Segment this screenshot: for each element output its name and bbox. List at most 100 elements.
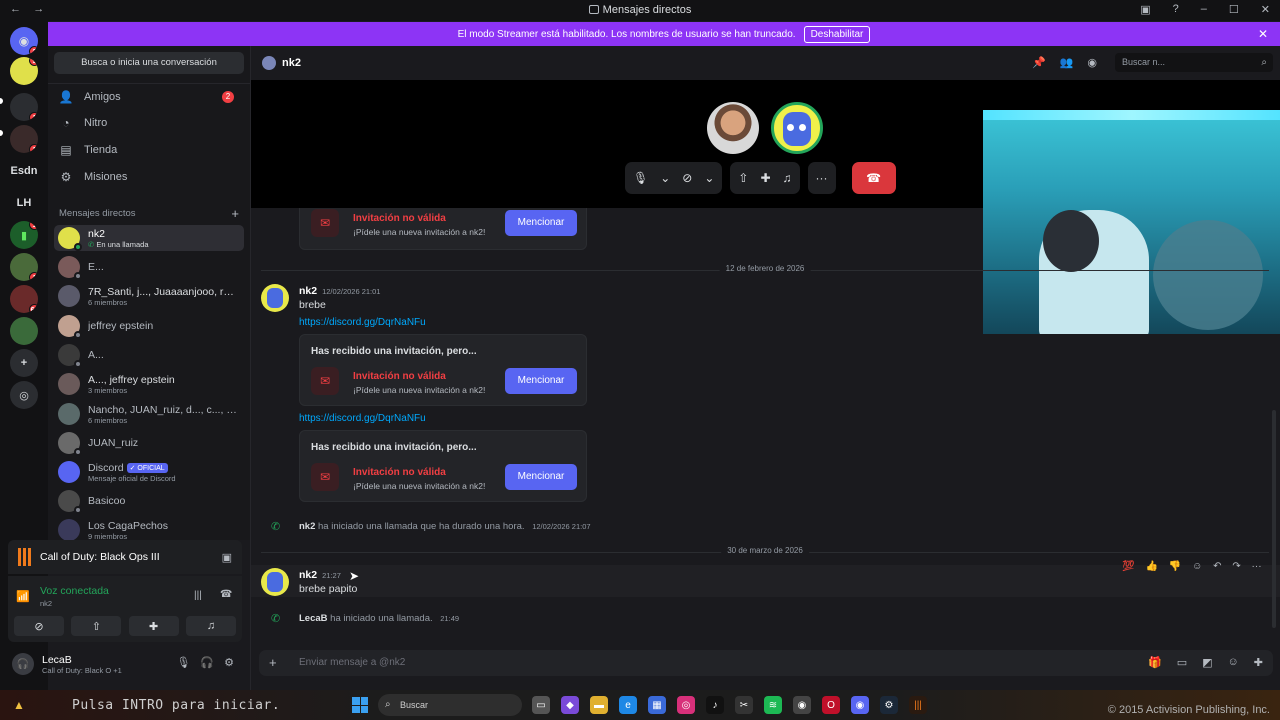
more-options-icon[interactable]: ··· (1252, 561, 1262, 572)
nav-nitro[interactable]: ◔ Nitro (58, 111, 242, 135)
windows-start-icon[interactable] (352, 697, 368, 713)
invite-link[interactable]: https://discord.gg/DqrNaNFu (299, 317, 426, 328)
camera-off-icon[interactable]: ⊘ (682, 171, 692, 185)
message-avatar[interactable] (261, 568, 289, 596)
store-icon[interactable]: ▦ (648, 696, 666, 714)
participant-avatar[interactable] (707, 102, 759, 154)
discover-icon[interactable]: ◎ (10, 381, 38, 409)
dm-item[interactable]: 7R_Santi, j..., Juaaaanjooo, renk... 6 mi… (54, 283, 244, 309)
find-conversation-button[interactable]: Busca o inicia una conversación (54, 52, 244, 74)
headphones-icon[interactable]: 🎧 (200, 656, 214, 669)
forward-icon[interactable]: ↷ (1232, 561, 1240, 572)
message-input[interactable]: + Enviar mensaje a @nk2 🎁 ▭ ◩ ☺ ✚ (259, 650, 1273, 676)
message-avatar[interactable] (261, 284, 289, 312)
gift-icon[interactable]: 🎁 (1148, 656, 1162, 669)
dm-item[interactable]: E... (54, 254, 244, 280)
task-view-icon[interactable]: ▭ (532, 696, 550, 714)
dm-avatar-nk2[interactable]: 9 (10, 57, 38, 85)
apps-icon[interactable]: ✚ (1254, 656, 1263, 669)
capcut-icon[interactable]: ✂ (735, 696, 753, 714)
help-icon[interactable]: ? (1173, 3, 1179, 16)
inbox-button-icon[interactable]: ▣ (1140, 3, 1150, 16)
close-banner-icon[interactable]: ✕ (1258, 27, 1268, 41)
dm-item[interactable]: Nancho, JUAN_ruiz, d..., c..., E... 6 mie… (54, 401, 244, 427)
file-explorer-icon[interactable]: ▬ (590, 696, 608, 714)
taskbar-search[interactable]: ⌕ Buscar (378, 694, 522, 716)
copilot-icon[interactable]: ◆ (561, 696, 579, 714)
add-friend-icon[interactable]: 👥 (1060, 56, 1074, 69)
dm-item[interactable]: nk2 ✆ En una llamada (54, 225, 244, 251)
mention-button[interactable]: Mencionar (505, 368, 577, 394)
add-server-icon[interactable]: + (10, 349, 38, 377)
server-icon[interactable]: 1 (10, 125, 38, 153)
disconnect-icon[interactable]: ☎ (220, 589, 232, 600)
more-icon[interactable]: ··· (816, 171, 828, 185)
emoji-100-icon[interactable]: 💯 (1122, 561, 1134, 572)
reply-icon[interactable]: ↶ (1213, 561, 1221, 572)
activities-icon[interactable]: ✚ (760, 171, 770, 185)
gif-icon[interactable]: ▭ (1177, 656, 1187, 669)
obs-icon[interactable]: ◉ (793, 696, 811, 714)
user-avatar[interactable]: 🎧 (12, 653, 34, 675)
create-dm-icon[interactable]: + (231, 206, 239, 221)
home-button[interactable]: ◉ 2 (10, 27, 38, 55)
thumbs-down-icon[interactable]: 👎 (1169, 561, 1181, 572)
profile-icon[interactable]: ◉ (1087, 56, 1097, 69)
scrollbar[interactable] (1272, 410, 1276, 628)
server-icon[interactable]: 1 (10, 253, 38, 281)
server-icon[interactable]: 66 (10, 285, 38, 313)
participant-avatar-speaking[interactable] (771, 102, 823, 154)
microphone-icon[interactable]: 🎙 (633, 171, 648, 185)
microphone-icon[interactable]: 🎙 (176, 656, 190, 669)
dm-item[interactable]: Discord ✓ OFICIAL Mensaje oficial de Disco… (54, 459, 244, 485)
maximize-button[interactable]: ☐ (1229, 3, 1239, 16)
emoji-icon[interactable]: ☺ (1228, 656, 1239, 669)
attach-plus-icon[interactable]: + (269, 655, 277, 670)
soundboard-icon[interactable]: ♫ (783, 171, 792, 185)
mention-button[interactable]: Mencionar (505, 210, 577, 236)
nav-friends[interactable]: 👤 Amigos 2 (58, 85, 242, 109)
hang-up-button[interactable]: ☎ (851, 162, 896, 194)
chevron-down-icon[interactable]: ⌄ (704, 171, 714, 185)
steam-icon[interactable]: ⚙ (880, 696, 898, 714)
chevron-down-icon[interactable]: ⌄ (660, 171, 670, 185)
discord-taskbar-icon[interactable]: ◉ (851, 696, 869, 714)
camera-off-button[interactable]: ⊘ (14, 616, 64, 636)
tiktok-icon[interactable]: ♪ (706, 696, 724, 714)
dm-item[interactable]: JUAN_ruiz (54, 430, 244, 456)
activities-button[interactable]: ✚ (128, 616, 179, 636)
message-author[interactable]: nk2 21:27 (299, 569, 341, 581)
nav-quests[interactable]: ⚙ Misiones (58, 165, 242, 189)
stream-game-icon[interactable]: ▣ (222, 551, 232, 564)
server-lh[interactable]: LH (10, 189, 38, 217)
minimize-button[interactable]: – (1201, 3, 1207, 16)
message-author[interactable]: nk2 12/02/2026 21:01 (299, 285, 380, 297)
server-icon[interactable]: ▮ 1 (10, 221, 38, 249)
dm-item[interactable]: A... (54, 342, 244, 368)
server-icon[interactable] (10, 317, 38, 345)
dm-item[interactable]: jeffrey epstein (54, 313, 244, 339)
settings-gear-icon[interactable]: ⚙ (224, 656, 234, 669)
pin-icon[interactable]: 📌 (1032, 56, 1046, 69)
instagram-icon[interactable]: ◎ (677, 696, 695, 714)
invite-link[interactable]: https://discord.gg/DqrNaNFu (299, 413, 426, 424)
edge-icon[interactable]: e (619, 696, 637, 714)
disable-streamer-button[interactable]: Deshabilitar (803, 25, 871, 43)
opera-icon[interactable]: O (822, 696, 840, 714)
share-screen-button[interactable]: ⇧ (71, 616, 122, 636)
soundboard-button[interactable]: ♫ (185, 616, 236, 636)
user-info[interactable]: LecaB Call of Duty: Black O +1 (42, 654, 122, 675)
server-icon[interactable]: 1 (10, 93, 38, 121)
server-esdn[interactable]: Esdn (10, 157, 38, 185)
add-reaction-icon[interactable]: ☺ (1192, 561, 1202, 572)
black-ops-taskbar-icon[interactable]: ||| (909, 696, 927, 714)
dm-item[interactable]: Los CagaPechos 9 miembros (54, 517, 244, 540)
share-screen-icon[interactable]: ⇧ (738, 171, 748, 185)
thumbs-up-icon[interactable]: 👍 (1146, 561, 1158, 572)
spotify-icon[interactable]: ≋ (764, 696, 782, 714)
dm-item[interactable]: Basicoo (54, 488, 244, 514)
nav-shop[interactable]: ▤ Tienda (58, 138, 242, 162)
noise-suppression-icon[interactable]: ||| (194, 590, 202, 601)
close-button[interactable]: ✕ (1261, 3, 1270, 16)
sticker-icon[interactable]: ◩ (1202, 656, 1212, 669)
